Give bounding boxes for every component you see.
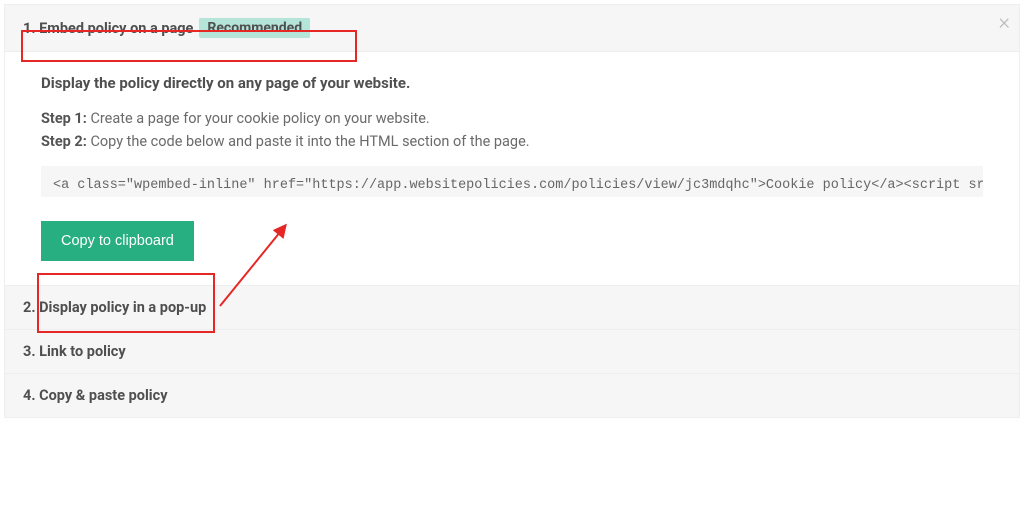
accordion-title-1: 1. Embed policy on a page	[23, 20, 193, 37]
step-2-text: Copy the code below and paste it into th…	[87, 133, 530, 150]
accordion-container: 1. Embed policy on a page Recommended Di…	[4, 4, 1020, 418]
recommended-badge: Recommended	[199, 18, 310, 38]
step-1-text: Create a page for your cookie policy on …	[87, 110, 430, 127]
accordion-title-2: 2. Display policy in a pop-up	[23, 299, 206, 316]
accordion-title-3: 3. Link to policy	[23, 343, 126, 360]
step-1: Step 1: Create a page for your cookie po…	[41, 110, 983, 127]
step-2-label: Step 2:	[41, 133, 87, 150]
description-text: Display the policy directly on any page …	[41, 74, 983, 92]
accordion-header-copy-paste[interactable]: 4. Copy & paste policy	[5, 374, 1019, 417]
accordion-header-embed[interactable]: 1. Embed policy on a page Recommended	[5, 5, 1019, 52]
step-2: Step 2: Copy the code below and paste it…	[41, 133, 983, 150]
accordion-header-popup[interactable]: 2. Display policy in a pop-up	[5, 286, 1019, 330]
accordion-body-embed: Display the policy directly on any page …	[5, 52, 1019, 286]
copy-to-clipboard-button[interactable]: Copy to clipboard	[41, 221, 194, 261]
step-1-label: Step 1:	[41, 110, 87, 127]
accordion-header-link[interactable]: 3. Link to policy	[5, 330, 1019, 374]
code-snippet[interactable]: <a class="wpembed-inline" href="https://…	[41, 166, 983, 197]
accordion-title-4: 4. Copy & paste policy	[23, 387, 168, 404]
close-icon[interactable]: ×	[998, 12, 1010, 34]
code-content: <a class="wpembed-inline" href="https://…	[53, 178, 983, 193]
